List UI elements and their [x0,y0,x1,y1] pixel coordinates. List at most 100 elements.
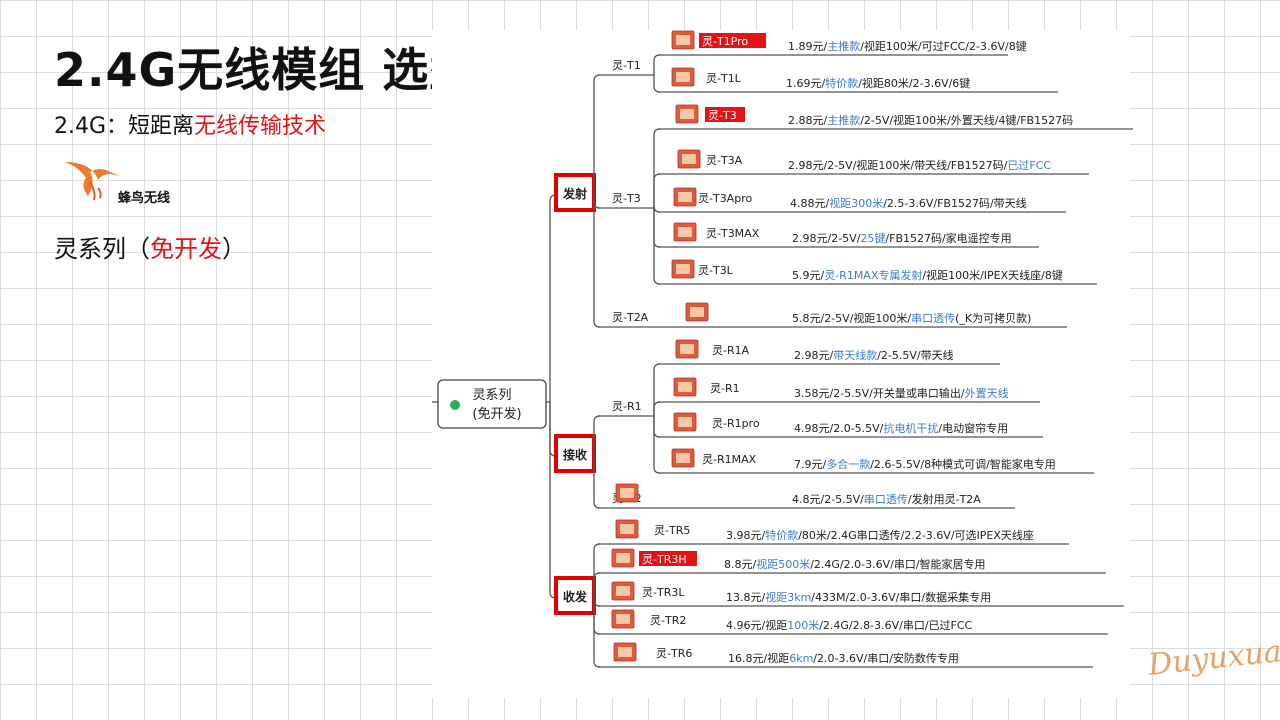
module-branch-line [653,416,661,438]
module-desc: 2.88元/主推款/2-5V/视距100米/外置天线/4键/FB1527码 [788,113,1073,127]
module-desc-text: /视距100米/可过FCC/2-3.6V/8键 [860,39,1027,53]
module-desc-text: 2.98元/2-5V/ [792,232,861,245]
module-name: 灵-T1L [706,72,742,85]
module-branch-line [653,401,661,416]
module-desc-highlight: 串口透传 [911,312,955,325]
module-row: 5.8元/2-5V/视距100米/串口透传(_K为可拷贝款) [654,302,1067,328]
module-name: 灵-T3 [708,109,737,122]
module-desc-text: /视距80米/2-3.6V/6键 [858,76,970,90]
category-label: 接收 [563,447,587,462]
module-desc: 1.89元/主推款/视距100米/可过FCC/2-3.6V/8键 [788,39,1027,53]
module-desc-text: 5.8元/2-5V/视距100米/ [792,311,911,325]
module-chip-icon [611,609,635,629]
module-name: 灵-R1MAX [702,453,757,466]
module-desc-text: 2.98元/2-5V/视距100米/带天线/FB1527码/ [788,158,1008,172]
module-desc-text: /2-5.5V/带天线 [877,348,953,362]
module-branch-line [653,208,661,248]
module-desc-text: 2.98元/ [794,349,833,362]
module-desc: 3.98元/特价款/80米/2.4G串口透传/2.2-3.6V/可选IPEX天线… [726,528,1034,542]
module-desc-highlight: 主推款 [827,39,860,53]
chip-core [676,35,690,45]
root-label-line2: (免开发) [472,406,521,422]
chip-core [678,227,692,237]
module-desc: 4.96元/视距100米/2.4G/2.8-3.6V/串口/已过FCC [726,618,973,632]
module-desc: 13.8元/视距3km/433M/2.0-3.6V/串口/数据采集专用 [726,590,991,604]
module-name: 灵-TR6 [656,647,692,660]
group-label: 灵-R1 [612,400,642,413]
chip-core [620,488,634,498]
module-desc-highlight: 主推款 [827,113,860,127]
module-name: 灵-R1A [712,344,750,357]
module-branch-line [653,75,661,93]
chip-core [616,586,630,596]
chip-core [680,344,694,354]
module-desc-text: 4.96元/视距 [726,618,787,632]
module-chip-icon [677,149,701,169]
module-desc-highlight: 100米 [787,619,819,632]
chip-core [616,614,630,624]
root-label-line1: 灵系列 [472,388,511,403]
module-desc: 5.8元/2-5V/视距100米/串口透传(_K为可拷贝款) [792,311,1031,325]
module-branch-line [653,416,661,474]
module-desc-text: 2.88元/ [788,114,827,127]
module-desc-text: 13.8元/ [726,591,765,604]
category-branch-line [549,402,557,599]
module-row: 2.98元/带天线款/2-5.5V/带天线 [653,339,1000,416]
chip-core [676,453,690,463]
module-name: 灵-T3A [706,154,743,167]
module-desc-text: 4.98元/2.0-5.5V/ [794,422,884,435]
module-desc-text: /433M/2.0-3.6V/串口/数据采集专用 [811,590,991,604]
root-marker-icon [450,400,460,410]
category-label: 收发 [563,589,588,604]
module-desc-text: 4.8元/2-5.5V/ [792,493,864,506]
module-desc: 4.98元/2.0-5.5V/抗电机干扰/电动窗帘专用 [794,421,1008,435]
module-name: 灵-TR3H [642,553,687,566]
module-name: 灵-T3MAX [706,227,760,240]
module-desc-text: 3.98元/ [726,529,765,542]
module-name: 灵-TR5 [654,524,690,537]
module-tree-diagram: 灵系列(免开发)发射接收收发灵-T1灵-T3灵-T2A灵-R1灵-R21.89元… [432,30,1133,668]
module-desc: 1.69元/特价款/视距80米/2-3.6V/6键 [786,76,970,90]
module-row: 4.8元/2-5.5V/串口透传/发射用灵-T2A [615,483,1015,509]
module-desc-text: (_K为可拷贝款) [955,311,1031,325]
category-label: 发射 [562,186,587,201]
module-desc-text: 4.88元/ [790,197,829,210]
group-label: 灵-T2A [612,311,649,324]
module-chip-icon [673,377,697,397]
chip-core [682,154,696,164]
chip-core [676,264,690,274]
group-label: 灵-T1 [612,59,641,72]
module-name: 灵-TR2 [650,614,686,627]
module-desc-highlight: 抗电机干扰 [883,421,938,435]
module-desc-highlight: 视距500米 [756,557,810,571]
module-desc: 16.8元/视距6km/2.0-3.6V/串口/安防数传专用 [728,651,959,665]
module-desc: 2.98元/2-5V/视距100米/带天线/FB1527码/已过FCC [788,158,1051,172]
module-desc-text: /2.4G/2.0-3.6V/串口/智能家居专用 [810,557,985,571]
module-desc-text: /发射用灵-T2A [908,492,981,506]
module-desc-highlight: 6km [789,652,813,665]
module-desc-text: 1.89元/ [788,40,827,53]
module-desc-text: /2.0-3.6V/串口/安防数传专用 [813,651,959,665]
module-branch-line [653,205,661,213]
module-chip-icon [685,302,709,322]
module-chip-icon [673,187,697,207]
module-desc-highlight: 串口透传 [864,493,908,506]
module-desc-text: /2.5-3.6V/FB1527码/带天线 [883,196,1026,210]
module-name: 灵-TR3L [642,586,685,599]
module-desc-highlight: 带天线款 [833,348,877,362]
module-name: 灵-R1pro [712,417,760,430]
chip-core [616,553,630,563]
module-desc-text: /2-5V/视距100米/外置天线/4键/FB1527码 [860,113,1073,127]
module-branch-line [653,128,661,208]
module-chip-icon [613,642,637,662]
module-name: 灵-T3Apro [698,192,752,205]
module-desc-text: 7.9元/ [794,458,826,471]
chip-core [678,417,692,427]
module-desc: 2.98元/带天线款/2-5.5V/带天线 [794,348,954,362]
module-desc-text: /视距100米/IPEX天线座/8键 [922,268,1062,282]
module-desc-text: 5.9元/ [792,269,824,282]
module-desc-highlight: 外置天线 [965,386,1009,400]
module-desc: 7.9元/多合一款/2.6-5.5V/8种模式可调/智能家电专用 [794,457,1056,471]
module-chip-icon [615,483,639,503]
module-branch-line [653,363,661,416]
